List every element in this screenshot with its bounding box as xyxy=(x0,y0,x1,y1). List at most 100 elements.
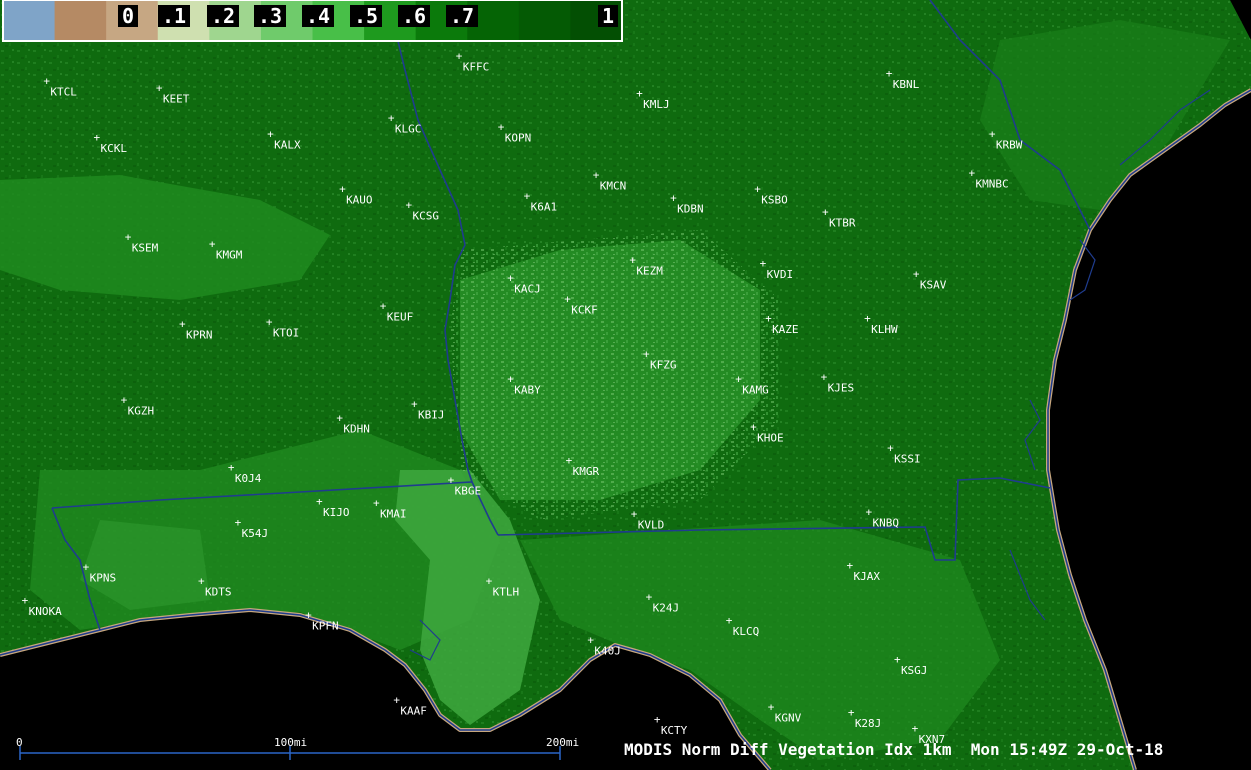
station-label: KAUO xyxy=(346,194,373,207)
station-marker: + xyxy=(636,87,643,100)
station-marker: + xyxy=(411,397,418,410)
station-label: KLCQ xyxy=(733,625,760,638)
station-marker: + xyxy=(754,183,761,196)
product-caption: MODIS Norm Diff Vegetation Idx 1km Mon 1… xyxy=(624,740,1163,759)
station-marker: + xyxy=(821,371,828,384)
station-label: K40J xyxy=(594,644,621,657)
station-marker: + xyxy=(179,317,186,330)
station-label: KAZE xyxy=(772,323,799,336)
station-label: KALX xyxy=(274,139,301,152)
station-label: KNBQ xyxy=(872,517,899,530)
station-marker: + xyxy=(765,312,772,325)
station-marker: + xyxy=(848,706,855,719)
station-label: KABY xyxy=(514,383,541,396)
station-label: KVDI xyxy=(767,268,794,281)
station-label: KTLH xyxy=(493,586,519,599)
station-marker: + xyxy=(43,74,50,87)
station-label: KSGJ xyxy=(901,664,928,677)
colorbar-tick-label: .2 xyxy=(211,4,235,28)
station-marker: + xyxy=(587,633,594,646)
colorbar-swatch xyxy=(3,0,56,41)
station-marker: + xyxy=(726,614,733,627)
colorbar-tick-label: .3 xyxy=(258,4,282,28)
station-marker: + xyxy=(822,206,829,219)
colorbar: 0 .1 .2 .3 .4 .5 .6 .7 1 xyxy=(2,0,623,42)
station-label: KEUF xyxy=(387,311,414,324)
station-marker: + xyxy=(865,506,872,519)
colorbar-tick-label: .7 xyxy=(450,4,474,28)
station-marker: + xyxy=(566,454,573,467)
station-marker: + xyxy=(670,191,677,204)
station-label: KDHN xyxy=(343,422,370,435)
station-label: K0J4 xyxy=(235,472,262,485)
station-marker: + xyxy=(406,199,413,212)
station-marker: + xyxy=(507,271,514,284)
station-label: KJAX xyxy=(853,570,880,583)
scale-label-0: 0 xyxy=(16,736,23,749)
station-marker: + xyxy=(643,348,650,361)
station-label: KFZG xyxy=(650,359,677,372)
station-marker: + xyxy=(380,300,387,313)
colorbar-tick-label: .1 xyxy=(162,4,186,28)
station-marker: + xyxy=(235,516,242,529)
station-marker: + xyxy=(735,372,742,385)
station-marker: + xyxy=(969,167,976,180)
colorbar-tick-label: 0 xyxy=(122,4,134,28)
station-label: K54J xyxy=(242,527,269,540)
station-marker: + xyxy=(266,316,273,329)
station-label: KCKF xyxy=(571,304,598,317)
station-label: KCTY xyxy=(661,724,688,737)
station-marker: + xyxy=(646,591,653,604)
station-label: K24J xyxy=(653,602,680,615)
station-label: KSEM xyxy=(132,241,159,254)
colorbar-tick-label: .6 xyxy=(402,4,426,28)
station-label: KSBO xyxy=(761,194,788,207)
station-label: KBGE xyxy=(455,485,482,498)
station-marker: + xyxy=(156,81,163,94)
station-marker: + xyxy=(316,495,323,508)
station-label: KMNBC xyxy=(976,178,1009,191)
station-label: KRBW xyxy=(996,139,1023,152)
scale-label-100: 100mi xyxy=(274,736,307,749)
station-marker: + xyxy=(198,575,205,588)
station-label: KMAI xyxy=(380,508,407,521)
station-marker: + xyxy=(498,120,505,133)
station-marker: + xyxy=(887,442,894,455)
station-label: KPNS xyxy=(90,572,117,585)
station-marker: + xyxy=(94,131,101,144)
station-label: KJES xyxy=(828,382,855,395)
station-label: KTCL xyxy=(50,85,77,98)
station-label: KCKL xyxy=(101,142,128,155)
station-label: KCSG xyxy=(413,210,440,223)
station-marker: + xyxy=(305,608,312,621)
station-label: KBIJ xyxy=(418,408,445,421)
station-label: KOPN xyxy=(505,131,532,144)
station-marker: + xyxy=(524,190,531,203)
station-marker: + xyxy=(209,238,216,251)
station-label: KTOI xyxy=(273,327,300,340)
station-marker: + xyxy=(629,254,636,267)
station-label: KNOKA xyxy=(29,605,62,618)
station-marker: + xyxy=(373,497,380,510)
station-marker: + xyxy=(750,420,757,433)
station-label: KLGC xyxy=(395,123,422,136)
station-label: KMCN xyxy=(600,179,627,192)
station-label: KGNV xyxy=(775,712,802,725)
station-marker: + xyxy=(388,112,395,125)
station-marker: + xyxy=(593,168,600,181)
station-marker: + xyxy=(339,183,346,196)
station-label: KPFN xyxy=(312,619,339,632)
station-label: KAAF xyxy=(400,705,427,718)
station-marker: + xyxy=(564,293,571,306)
station-label: KVLD xyxy=(638,518,665,531)
station-label: KTBR xyxy=(829,217,856,230)
station-label: KGZH xyxy=(128,405,155,418)
station-marker: + xyxy=(336,411,343,424)
station-marker: + xyxy=(228,461,235,474)
station-label: KEZM xyxy=(636,265,663,278)
station-marker: + xyxy=(913,268,920,281)
colorbar-swatch xyxy=(54,0,107,41)
station-marker: + xyxy=(125,230,132,243)
station-label: K6A1 xyxy=(531,201,558,214)
station-label: KSSI xyxy=(894,453,921,466)
